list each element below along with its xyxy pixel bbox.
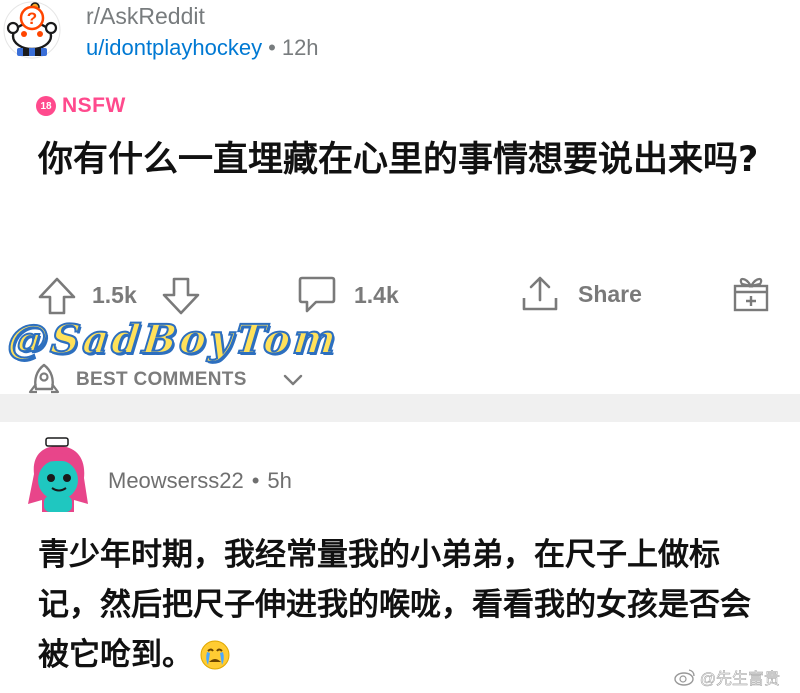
- sort-label: BEST COMMENTS: [76, 369, 247, 390]
- crying-face-emoji-icon: [200, 640, 230, 670]
- reddit-post-screenshot: ? r/AskReddit u/idontplayhockey • 12h 18 N…: [0, 0, 800, 693]
- nsfw-tag: 18 NSFW: [36, 94, 126, 118]
- weibo-handle: @先生富贵: [699, 671, 780, 689]
- weibo-logo-icon: [674, 669, 695, 686]
- share-arrow-icon: [522, 276, 558, 311]
- post-meta: r/AskReddit u/idontplayhockey • 12h: [86, 2, 319, 65]
- vote-count: 1.5k: [92, 282, 137, 308]
- svg-text:?: ?: [27, 9, 37, 28]
- comment-author-link[interactable]: Meowserss22: [108, 468, 244, 493]
- subreddit-name[interactable]: r/AskReddit: [86, 2, 319, 30]
- nsfw-label: NSFW: [62, 94, 126, 117]
- post-time: 12h: [281, 35, 319, 60]
- share-button[interactable]: Share: [520, 274, 642, 314]
- post-author-link[interactable]: u/idontplayhockey: [86, 35, 262, 60]
- nsfw-18-icon: 18: [36, 96, 56, 116]
- award-gift-icon[interactable]: [730, 272, 772, 314]
- comment-count: 1.4k: [354, 282, 399, 308]
- comment-bubble-icon[interactable]: [296, 274, 338, 316]
- subreddit-avatar-icon[interactable]: ?: [2, 0, 62, 62]
- post-action-bar: 1.5k 1.4k Share: [0, 266, 800, 320]
- comment-body-text: 青少年时期，我经常量我的小弟弟，在尺子上做标记，然后把尺子伸进我的喉咙，看看我的…: [38, 537, 751, 673]
- section-divider: [0, 394, 800, 422]
- weibo-source-watermark: @先生富贵: [674, 665, 780, 689]
- meta-separator: •: [251, 468, 260, 493]
- post-author-line: u/idontplayhockey • 12h: [86, 31, 319, 65]
- comment-text: 青少年时期，我经常量我的小弟弟，在尺子上做标记，然后把尺子伸进我的喉咙，看看我的…: [38, 530, 778, 680]
- post-title[interactable]: 你有什么一直埋藏在心里的事情想要说出来吗?: [38, 134, 768, 186]
- chevron-down-icon: [283, 374, 303, 386]
- comment-meta: Meowserss22 • 5h: [108, 468, 292, 494]
- sadboytom-watermark: @SadBoyTom: [5, 315, 343, 364]
- commenter-avatar[interactable]: [22, 434, 94, 518]
- downvote-arrow-icon[interactable]: [160, 276, 202, 316]
- upvote-arrow-icon[interactable]: [36, 276, 78, 316]
- share-label: Share: [578, 280, 642, 307]
- meta-separator: •: [268, 35, 276, 60]
- comment-time: 5h: [267, 468, 292, 493]
